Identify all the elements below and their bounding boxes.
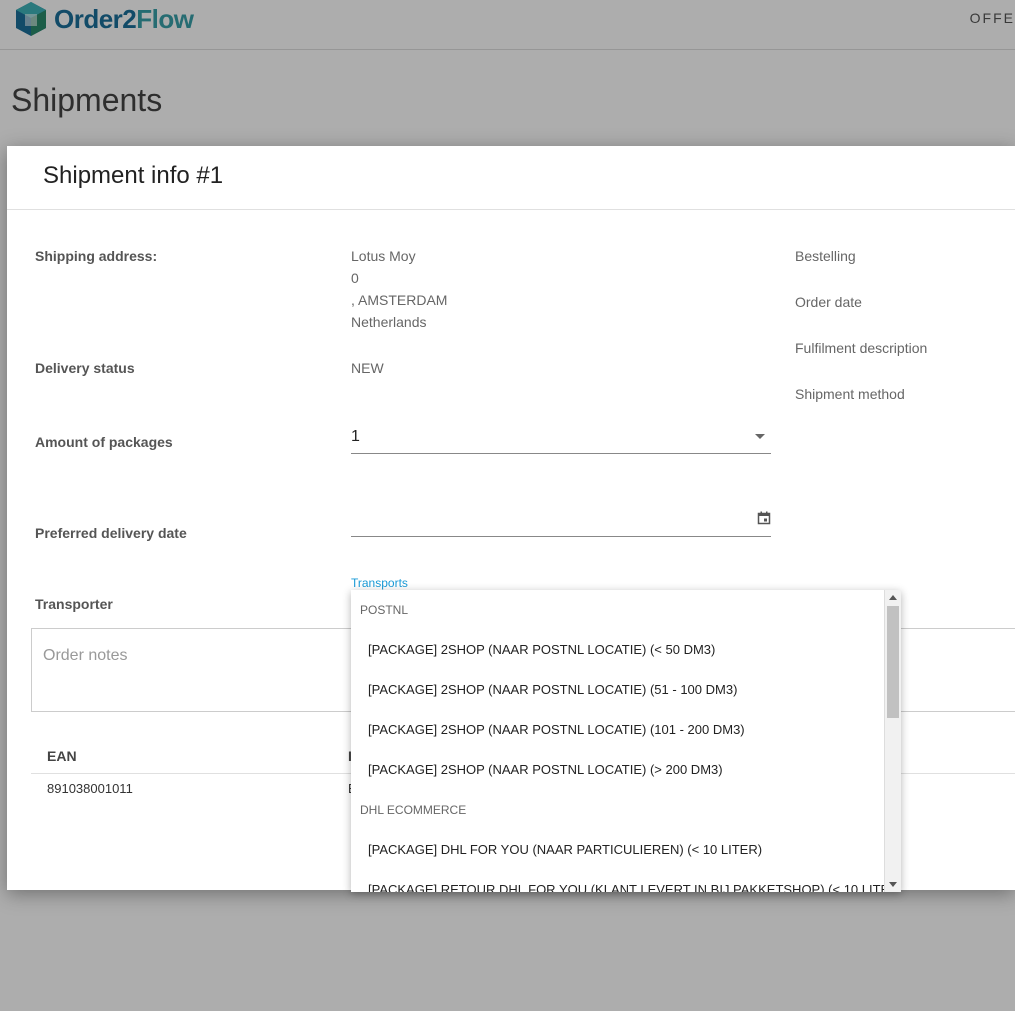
dialog-title: Shipment info #1: [43, 162, 224, 189]
transports-field-label: Transports: [351, 576, 408, 590]
address-line-country: Netherlands: [351, 314, 427, 330]
option-dhl-for-you[interactable]: [PACKAGE] DHL FOR YOU (NAAR PARTICULIERE…: [351, 830, 883, 870]
chevron-down-icon: [755, 434, 765, 439]
dialog-header: Shipment info #1: [7, 146, 1015, 210]
shipping-address-value: Lotus Moy 0 , AMSTERDAM Netherlands: [351, 245, 447, 333]
scroll-down-arrow-icon[interactable]: [889, 882, 897, 887]
option-postnl-51-100[interactable]: [PACKAGE] 2SHOP (NAAR POSTNL LOCATIE) (5…: [351, 670, 883, 710]
transports-options-list: POSTNL [PACKAGE] 2SHOP (NAAR POSTNL LOCA…: [351, 590, 901, 892]
address-line-name: Lotus Moy: [351, 248, 416, 264]
dropdown-scrollbar[interactable]: [884, 590, 901, 892]
delivery-status-label: Delivery status: [35, 360, 135, 376]
transports-dropdown-panel[interactable]: POSTNL [PACKAGE] 2SHOP (NAAR POSTNL LOCA…: [351, 590, 901, 892]
amount-of-packages-label: Amount of packages: [35, 434, 173, 450]
calendar-icon[interactable]: [757, 511, 771, 525]
preferred-delivery-date-label: Preferred delivery date: [35, 525, 187, 541]
table-header-ean: EAN: [47, 748, 77, 764]
scrollbar-thumb[interactable]: [887, 606, 899, 718]
transporter-label: Transporter: [35, 596, 113, 612]
amount-of-packages-value: 1: [351, 428, 360, 445]
table-cell-ean: 891038001011: [47, 781, 133, 796]
order-label: Bestelling: [795, 248, 856, 264]
order-date-label: Order date: [795, 294, 862, 310]
option-group-postnl: POSTNL: [360, 603, 409, 617]
amount-of-packages-select[interactable]: 1: [351, 420, 771, 454]
option-postnl-gt-200[interactable]: [PACKAGE] 2SHOP (NAAR POSTNL LOCATIE) (>…: [351, 750, 883, 790]
option-group-dhl-ecommerce: DHL ECOMMERCE: [360, 803, 467, 817]
address-line-city: , AMSTERDAM: [351, 292, 448, 308]
preferred-delivery-date-input[interactable]: [351, 503, 771, 537]
scroll-up-arrow-icon[interactable]: [889, 595, 897, 600]
option-postnl-101-200[interactable]: [PACKAGE] 2SHOP (NAAR POSTNL LOCATIE) (1…: [351, 710, 883, 750]
option-postnl-lt-50[interactable]: [PACKAGE] 2SHOP (NAAR POSTNL LOCATIE) (<…: [351, 630, 883, 670]
order-notes-placeholder: Order notes: [43, 647, 128, 664]
delivery-status-value: NEW: [351, 360, 384, 376]
fulfilment-description-label: Fulfilment description: [795, 340, 928, 356]
option-dhl-retour[interactable]: [PACKAGE] RETOUR DHL FOR YOU (KLANT LEVE…: [351, 870, 901, 892]
shipment-method-label: Shipment method: [795, 386, 905, 402]
shipping-address-label: Shipping address:: [35, 248, 158, 264]
address-line-number: 0: [351, 270, 359, 286]
